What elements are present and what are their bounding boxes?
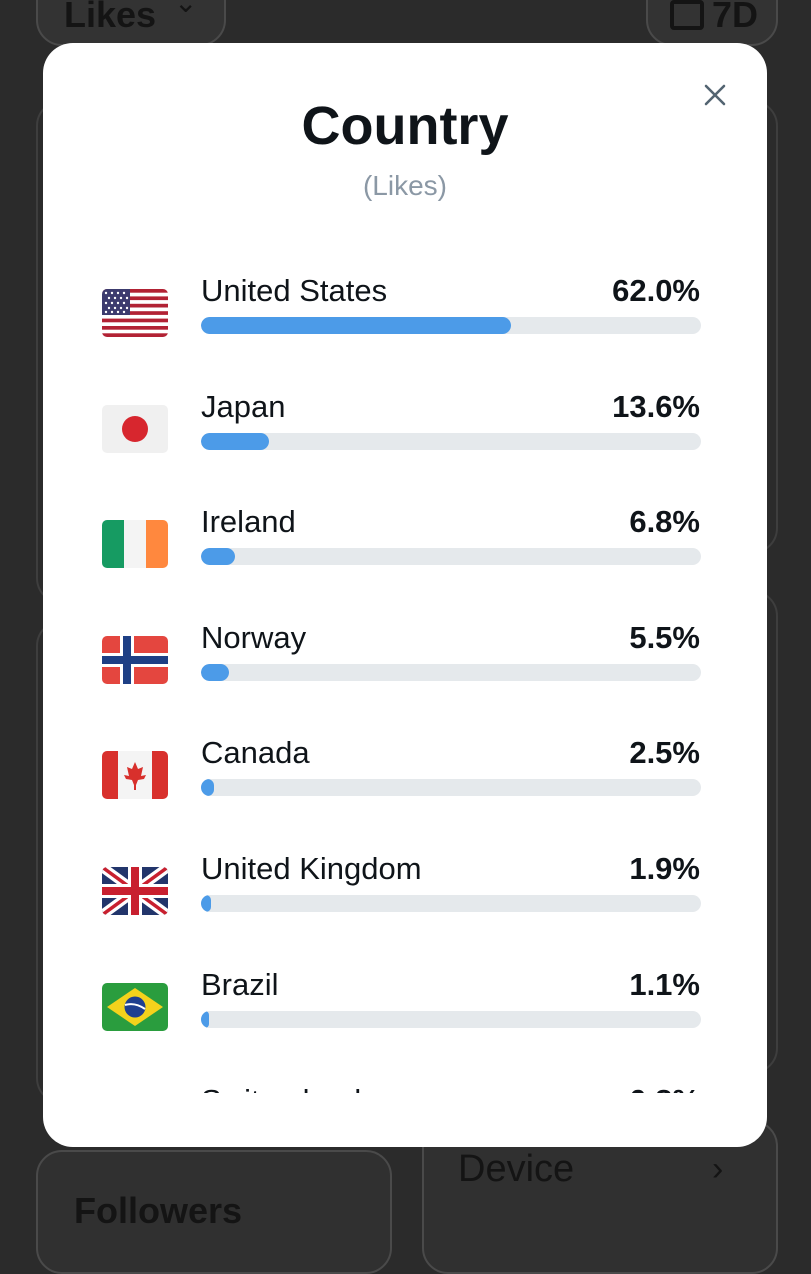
close-button[interactable] [697, 77, 733, 113]
progress-fill [201, 779, 214, 796]
followers-card: Followers [36, 1150, 392, 1274]
country-percent: 1.1% [629, 967, 700, 1002]
list-item: United States 62.0% [43, 273, 767, 373]
uk-flag-icon [102, 867, 168, 915]
canada-flag-icon [102, 751, 168, 799]
progress-fill [201, 1011, 209, 1028]
progress-track [201, 895, 701, 912]
modal-subtitle: (Likes) [362, 170, 447, 201]
range-selector: 7D [646, 0, 778, 46]
list-item: Canada 2.5% [43, 735, 767, 835]
metric-selector: Likes ⌄ [36, 0, 226, 46]
country-percent: 0.8% [629, 1083, 700, 1093]
progress-track [201, 1011, 701, 1028]
metric-selector-label: Likes [64, 0, 157, 35]
us-flag-icon [102, 289, 168, 337]
country-name: Switzerland [201, 1083, 361, 1093]
progress-fill [201, 317, 511, 334]
japan-flag-icon [102, 405, 168, 453]
list-item: Norway 5.5% [43, 620, 767, 720]
progress-fill [201, 895, 211, 912]
country-percent: 6.8% [629, 504, 700, 539]
country-name: Ireland [201, 504, 296, 539]
list-item: Japan 13.6% [43, 389, 767, 489]
progress-track [201, 548, 701, 565]
norway-flag-icon [102, 636, 168, 684]
calendar-icon [670, 0, 704, 30]
progress-fill [201, 548, 235, 565]
country-percent: 2.5% [629, 735, 700, 770]
country-percent: 5.5% [629, 620, 700, 655]
modal-title: Country [301, 96, 509, 156]
close-icon [704, 84, 726, 106]
progress-track [201, 433, 701, 450]
brazil-flag-icon [102, 983, 168, 1031]
progress-fill [201, 433, 269, 450]
chevron-right-icon: › [712, 1150, 724, 1188]
chevron-down-icon: ⌄ [174, 0, 198, 18]
progress-track [201, 779, 701, 796]
country-percent: 13.6% [612, 389, 700, 424]
list-item: Ireland 6.8% [43, 504, 767, 604]
device-card-title: Device [458, 1148, 575, 1190]
list-item: United Kingdom 1.9% [43, 851, 767, 951]
country-name: Norway [201, 620, 307, 655]
followers-card-title: Followers [74, 1190, 243, 1231]
country-name: Japan [201, 389, 286, 424]
list-item: Switzerland 0.8% [43, 1083, 767, 1093]
country-percent: 62.0% [612, 273, 700, 308]
country-name: United States [201, 273, 388, 308]
progress-track [201, 664, 701, 681]
progress-track [201, 317, 701, 334]
country-name: Brazil [201, 967, 279, 1002]
country-name: Canada [201, 735, 310, 770]
range-selector-label: 7D [712, 0, 759, 35]
country-modal: United States 62.0% Japan 13.6% Ireland … [43, 43, 767, 1147]
country-name: United Kingdom [201, 851, 422, 886]
progress-fill [201, 664, 229, 681]
list-item: Brazil 1.1% [43, 967, 767, 1067]
country-percent: 1.9% [629, 851, 700, 886]
ireland-flag-icon [102, 520, 168, 568]
